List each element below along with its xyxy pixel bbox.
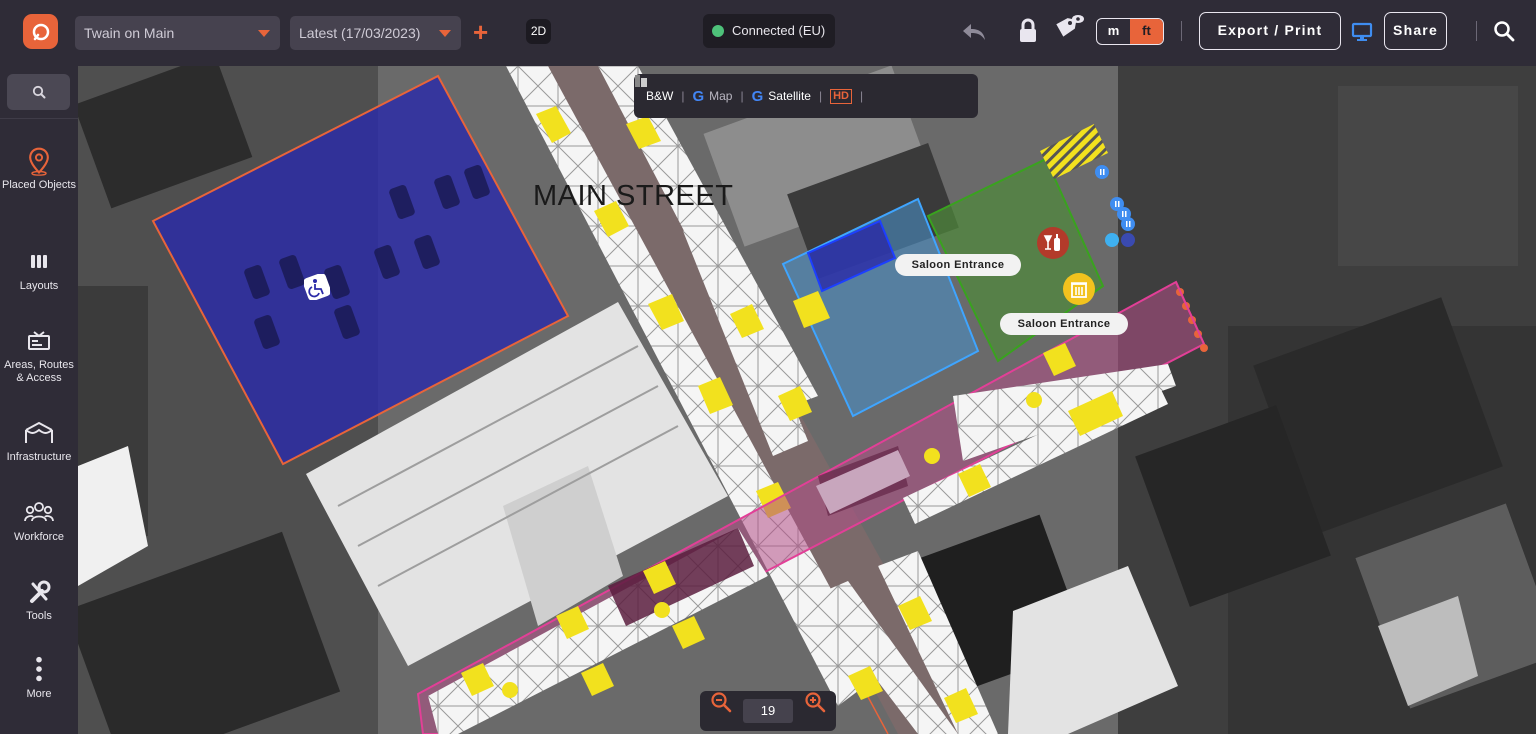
zoom-level: 19 [743, 699, 793, 723]
street-label: MAIN STREET [533, 180, 734, 212]
project-select[interactable]: Twain on Main [75, 16, 280, 50]
areas-icon [28, 331, 50, 350]
layer-divider: | [681, 89, 685, 103]
sidebar-item-label: Infrastructure [6, 451, 72, 463]
sidebar-item-more[interactable]: More [0, 655, 78, 701]
share-button[interactable]: Share [1384, 12, 1447, 50]
version-label: Latest (17/03/2023) [299, 25, 421, 41]
layer-map-option[interactable]: G Map [686, 88, 738, 105]
unit-meters-option[interactable]: m [1097, 19, 1130, 44]
sidebar-item-placed-objects[interactable]: Placed Objects [0, 146, 78, 192]
bar-icon[interactable] [1036, 226, 1070, 260]
search-icon[interactable] [1493, 20, 1515, 42]
sidebar-divider [0, 118, 78, 119]
sidebar-item-label: Areas, Routes & Access [4, 359, 74, 384]
sidebar-item-label: Workforce [14, 531, 64, 543]
view-mode-toggle[interactable]: 2D [526, 19, 551, 44]
layer-option-label: Satellite [768, 89, 811, 103]
sidebar-item-areas-routes-access[interactable]: Areas, Routes & Access [0, 326, 78, 385]
add-version-button[interactable]: + [473, 19, 488, 45]
sidebar-item-workforce[interactable]: Workforce [0, 498, 78, 544]
zoom-out-icon[interactable] [710, 691, 732, 713]
sidebar-item-label: More [26, 688, 52, 700]
more-icon [36, 656, 42, 682]
search-icon [32, 85, 45, 99]
app-logo[interactable] [23, 14, 58, 49]
layer-bw-option[interactable]: B&W [635, 75, 679, 103]
hd-icon: HD [830, 88, 852, 104]
layer-option-label: Map [709, 89, 733, 103]
connection-label: Connected (EU) [732, 23, 826, 38]
saloon-entrance-label[interactable]: Saloon Entrance [895, 254, 1021, 276]
version-select[interactable]: Latest (17/03/2023) [290, 16, 461, 50]
sidebar-item-label: Tools [26, 610, 52, 622]
sidebar-item-tools[interactable]: Tools [0, 577, 78, 623]
satellite-imagery [78, 66, 1536, 734]
presentation-mode-icon[interactable] [1351, 22, 1373, 42]
map-layer-selector: B&W | G Map | G Satellite | HD | [634, 74, 978, 118]
sidebar-item-label: Placed Objects [2, 179, 76, 191]
toolbar-divider [1476, 21, 1477, 41]
sidebar-item-layouts[interactable]: Layouts [0, 247, 78, 293]
google-icon: G [751, 87, 764, 105]
map-canvas[interactable]: B&W | G Map | G Satellite | HD | MAIN ST… [78, 66, 1536, 734]
logo-icon [32, 23, 49, 40]
export-print-button[interactable]: Export / Print [1199, 12, 1341, 50]
google-icon: G [692, 87, 705, 105]
layer-divider: | [740, 89, 744, 103]
unit-feet-option[interactable]: ft [1130, 19, 1163, 44]
people-icon [24, 502, 54, 522]
lock-icon[interactable] [1017, 18, 1039, 44]
top-toolbar: Twain on Main Latest (17/03/2023) + 2D C… [0, 0, 1536, 66]
zoom-in-icon[interactable] [804, 691, 826, 713]
layer-option-label: B&W [646, 89, 674, 103]
pin-icon [29, 147, 49, 176]
chevron-down-icon [439, 30, 451, 37]
sidebar-item-infrastructure[interactable]: Infrastructure [0, 418, 78, 464]
tag-visibility-icon[interactable] [1053, 12, 1087, 44]
undo-icon[interactable] [960, 21, 987, 43]
zoom-control: 19 [700, 691, 836, 731]
toilets-icon[interactable] [1092, 162, 1150, 254]
sidebar-item-label: Layouts [19, 280, 59, 292]
accessible-parking-icon[interactable] [304, 274, 330, 300]
layouts-icon [31, 255, 47, 268]
bin-icon[interactable] [1062, 272, 1096, 306]
layer-divider: | [818, 89, 823, 103]
sidebar-search-button[interactable] [7, 74, 70, 110]
layer-satellite-option[interactable]: G Satellite [746, 88, 817, 105]
project-name: Twain on Main [84, 25, 175, 41]
sidebar: Placed Objects Layouts Areas, Routes & A… [0, 66, 78, 734]
unit-toggle[interactable]: m ft [1096, 18, 1164, 45]
chevron-down-icon [258, 30, 270, 37]
tools-icon [30, 580, 51, 603]
bw-icon [635, 75, 647, 87]
connection-status: Connected (EU) [703, 14, 835, 48]
layer-divider: | [860, 89, 864, 103]
tent-icon [25, 421, 53, 443]
layer-hd-option[interactable]: HD [824, 88, 858, 104]
toolbar-divider [1181, 21, 1182, 41]
status-dot-icon [712, 25, 724, 37]
saloon-entrance-label[interactable]: Saloon Entrance [1000, 313, 1128, 335]
